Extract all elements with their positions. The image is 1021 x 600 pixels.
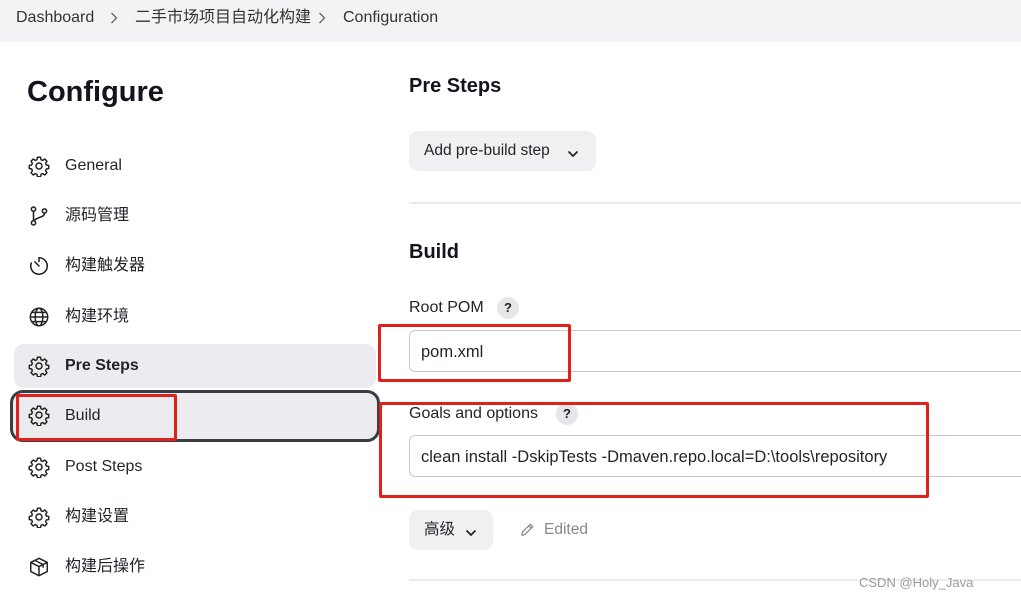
advanced-button[interactable]: 高级 xyxy=(409,510,493,550)
sidebar-item-label: 构建设置 xyxy=(65,508,130,525)
sidebar-item-label: 构建环境 xyxy=(65,308,130,325)
add-pre-build-step-label: Add pre-build step xyxy=(424,142,550,159)
breadcrumb-project[interactable]: 二手市场项目自动化构建 xyxy=(135,9,311,27)
sidebar-item-post-build-actions[interactable]: 构建后操作 xyxy=(14,545,376,589)
edited-label: Edited xyxy=(544,521,588,538)
sidebar-item-label: 源码管理 xyxy=(65,207,130,224)
globe-icon xyxy=(28,306,50,328)
sidebar-item-label: 构建触发器 xyxy=(65,257,146,274)
chevron-right-icon xyxy=(110,10,118,26)
chevron-right-icon xyxy=(318,10,326,26)
advanced-label: 高级 xyxy=(424,521,456,538)
breadcrumb-dashboard[interactable]: Dashboard xyxy=(16,9,94,27)
add-pre-build-step-button[interactable]: Add pre-build step xyxy=(409,131,596,171)
sidebar-item-pre-steps[interactable]: Pre Steps xyxy=(14,344,376,388)
pre-steps-title: Pre Steps xyxy=(409,75,502,97)
sidebar-item-label: Pre Steps xyxy=(65,357,139,374)
highlight-box-build-nav xyxy=(16,394,177,441)
watermark: CSDN @Holy_Java xyxy=(859,575,974,590)
sidebar-item-build-triggers[interactable]: 构建触发器 xyxy=(14,244,376,288)
chevron-down-icon xyxy=(567,146,579,164)
page-title: Configure xyxy=(27,76,164,108)
package-icon xyxy=(28,556,50,578)
gear-icon xyxy=(28,155,50,178)
chevron-down-icon xyxy=(465,525,477,543)
sidebar-item-label: General xyxy=(65,157,122,174)
root-pom-label: Root POM xyxy=(409,299,484,316)
build-title: Build xyxy=(409,241,459,263)
breadcrumb: Dashboard 二手市场项目自动化构建 Configuration xyxy=(0,0,1021,42)
sidebar-item-label: 构建后操作 xyxy=(65,558,146,575)
sidebar-item-post-steps[interactable]: Post Steps xyxy=(14,445,376,489)
help-icon[interactable]: ? xyxy=(497,297,519,319)
branch-icon xyxy=(28,205,50,227)
sidebar-item-general[interactable]: General xyxy=(14,144,376,188)
sidebar-item-build-environment[interactable]: 构建环境 xyxy=(14,295,376,339)
section-divider xyxy=(409,202,1021,204)
pencil-icon xyxy=(519,521,536,543)
sidebar-item-source-control[interactable]: 源码管理 xyxy=(14,194,376,238)
gear-icon xyxy=(28,506,50,529)
breadcrumb-configuration[interactable]: Configuration xyxy=(343,9,438,27)
sidebar-item-label: Post Steps xyxy=(65,458,143,475)
sidebar-item-build-settings[interactable]: 构建设置 xyxy=(14,495,376,539)
gear-icon xyxy=(28,456,50,479)
highlight-box-goals xyxy=(379,402,929,498)
highlight-box-root-pom xyxy=(378,324,571,382)
gear-icon xyxy=(28,355,50,378)
help-mark: ? xyxy=(504,300,512,315)
timer-icon xyxy=(28,255,50,277)
